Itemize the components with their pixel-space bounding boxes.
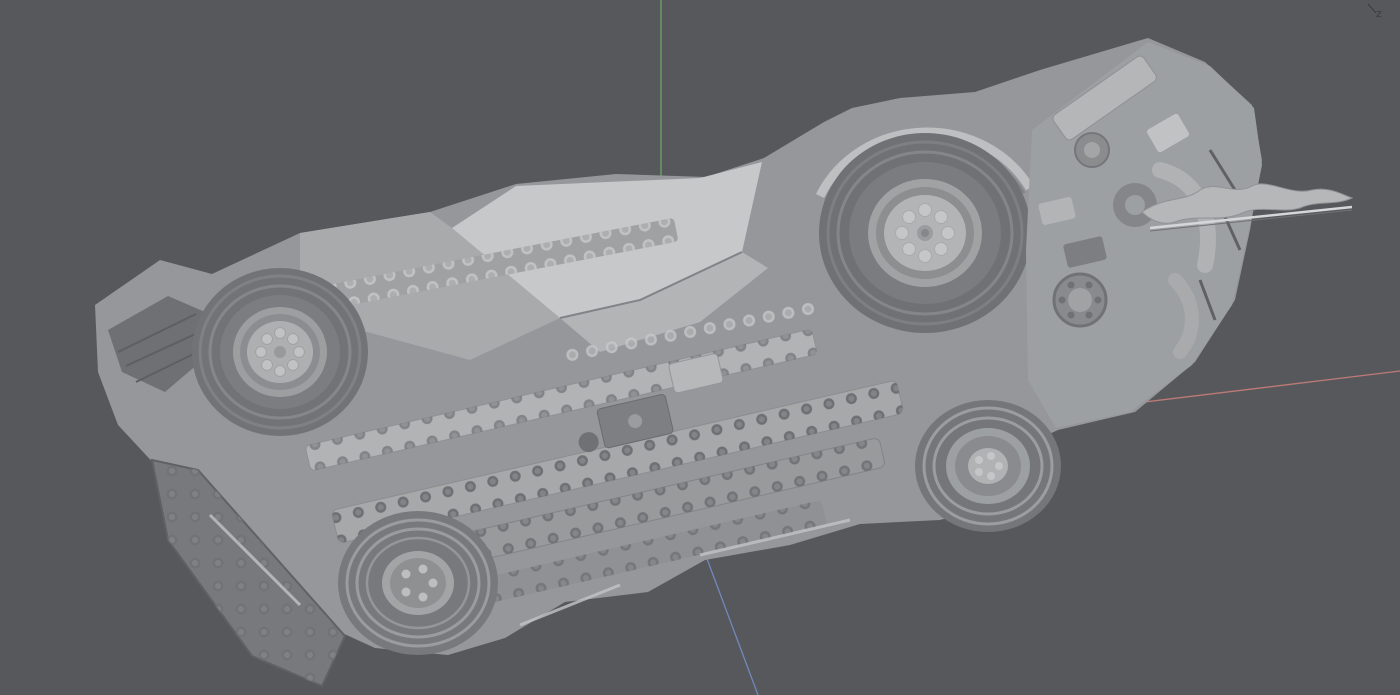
wheel-rear-right	[819, 132, 1031, 333]
wheel-bottom-rear	[915, 400, 1061, 532]
viewport-canvas[interactable]: z	[0, 0, 1400, 695]
wheel-bottom-front	[338, 511, 498, 655]
wheel-front-left	[192, 268, 368, 436]
3d-viewport[interactable]: z	[0, 0, 1400, 695]
gizmo-z-text: z	[1376, 7, 1382, 20]
